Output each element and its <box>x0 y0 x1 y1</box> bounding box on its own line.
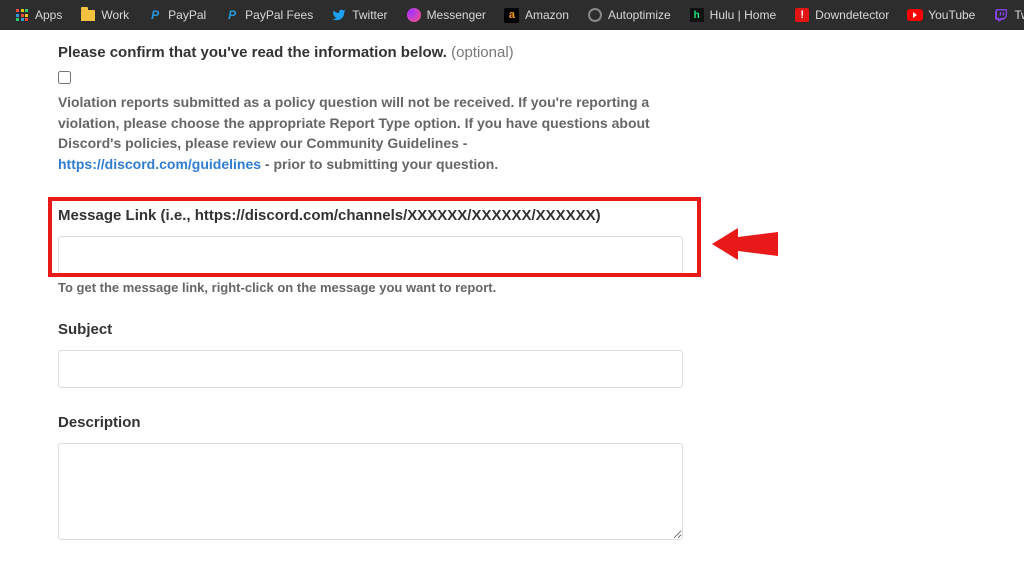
form-content: Please confirm that you've read the info… <box>0 30 1024 545</box>
subject-label: Subject <box>58 321 1024 338</box>
twitter-icon <box>331 7 347 23</box>
bookmark-label: Hulu | Home <box>710 8 776 22</box>
bookmark-twitch[interactable]: Twitch <box>987 4 1024 26</box>
gear-icon <box>587 7 603 23</box>
bookmark-label: PayPal <box>168 8 206 22</box>
bookmarks-bar: Apps Work P PayPal P PayPal Fees Twitter… <box>0 0 1024 30</box>
bookmark-twitter[interactable]: Twitter <box>325 4 393 26</box>
bookmark-label: Amazon <box>525 8 569 22</box>
confirm-heading: Please confirm that you've read the info… <box>58 44 1024 61</box>
downdetector-icon: ! <box>794 7 810 23</box>
bookmark-label: Downdetector <box>815 8 889 22</box>
bookmark-paypal[interactable]: P PayPal <box>141 4 212 26</box>
message-link-hint: To get the message link, right-click on … <box>58 280 1024 295</box>
bookmark-label: Twitch <box>1014 8 1024 22</box>
message-link-label: Message Link (i.e., https://discord.com/… <box>58 207 1024 224</box>
folder-icon <box>80 7 96 23</box>
disclaimer-part2: - prior to submitting your question. <box>261 156 498 172</box>
twitch-icon <box>993 7 1009 23</box>
bookmark-label: Apps <box>35 8 62 22</box>
subject-input[interactable] <box>58 350 683 388</box>
message-link-input[interactable] <box>58 236 683 274</box>
bookmark-downdetector[interactable]: ! Downdetector <box>788 4 895 26</box>
amazon-icon: a <box>504 7 520 23</box>
bookmark-apps[interactable]: Apps <box>8 4 68 26</box>
paypal-icon: P <box>224 7 240 23</box>
bookmark-label: YouTube <box>928 8 975 22</box>
bookmark-hulu[interactable]: h Hulu | Home <box>683 4 782 26</box>
bookmark-label: Autoptimize <box>608 8 671 22</box>
bookmark-paypal-fees[interactable]: P PayPal Fees <box>218 4 319 26</box>
bookmark-youtube[interactable]: YouTube <box>901 4 981 26</box>
confirm-checkbox[interactable] <box>58 71 71 84</box>
description-label: Description <box>58 414 1024 431</box>
description-group: Description <box>58 414 1024 545</box>
optional-label: (optional) <box>451 44 514 61</box>
messenger-icon <box>406 7 422 23</box>
subject-group: Subject <box>58 321 1024 388</box>
apps-icon <box>14 7 30 23</box>
bookmark-label: PayPal Fees <box>245 8 313 22</box>
disclaimer-part1: Violation reports submitted as a policy … <box>58 94 650 151</box>
confirm-heading-text: Please confirm that you've read the info… <box>58 44 447 61</box>
guidelines-link[interactable]: https://discord.com/guidelines <box>58 156 261 172</box>
bookmark-autoptimize[interactable]: Autoptimize <box>581 4 677 26</box>
paypal-icon: P <box>147 7 163 23</box>
bookmark-work[interactable]: Work <box>74 4 135 26</box>
bookmark-messenger[interactable]: Messenger <box>400 4 492 26</box>
message-link-group: Message Link (i.e., https://discord.com/… <box>58 207 1024 295</box>
bookmark-label: Work <box>101 8 129 22</box>
bookmark-amazon[interactable]: a Amazon <box>498 4 575 26</box>
youtube-icon <box>907 7 923 23</box>
disclaimer-text: Violation reports submitted as a policy … <box>58 92 658 175</box>
hulu-icon: h <box>689 7 705 23</box>
bookmark-label: Messenger <box>427 8 486 22</box>
description-input[interactable] <box>58 443 683 540</box>
bookmark-label: Twitter <box>352 8 387 22</box>
